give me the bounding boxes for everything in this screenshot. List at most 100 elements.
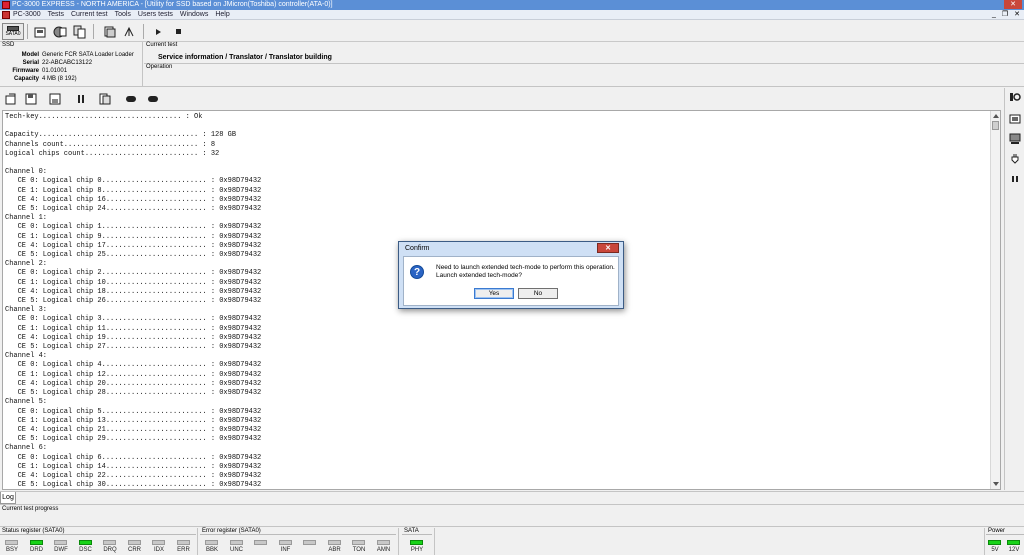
led-indicator xyxy=(152,540,165,545)
menu-bar: PC-3000 Tests Current test Tools Users t… xyxy=(0,10,1024,20)
device-button[interactable] xyxy=(1008,112,1022,126)
ssd-model-row: Model Generic FCR SATA Loader Loader xyxy=(0,51,134,59)
test-stack-icon xyxy=(53,26,67,37)
power-button[interactable] xyxy=(1008,152,1022,166)
log-line: CE 0: Logical chip 3....................… xyxy=(5,315,262,324)
save-icon xyxy=(25,93,37,105)
ssd-firmware-row: Firmware 01.01001 xyxy=(0,67,67,75)
ssd-serial-row: Serial 22-ABCABC13122 xyxy=(0,59,92,67)
analyze-button[interactable] xyxy=(122,23,136,40)
group-border xyxy=(200,534,396,535)
scroll-up-arrow[interactable] xyxy=(993,114,999,118)
led-indicator xyxy=(303,540,316,545)
log-line: CE 0: Logical chip 4....................… xyxy=(5,361,262,370)
reset-button[interactable] xyxy=(1008,132,1022,146)
reset-counter-button[interactable] xyxy=(1008,90,1022,104)
utility-button[interactable] xyxy=(32,23,48,40)
toolbar-separator xyxy=(27,24,28,39)
find-button[interactable] xyxy=(124,92,138,106)
pause-side-button[interactable] xyxy=(1008,172,1022,186)
current-test-panel: Current test Service information / Trans… xyxy=(144,42,1024,87)
ssd-capacity-row: Capacity 4 MB (8 192) xyxy=(0,75,77,83)
restore-button[interactable]: ❐ xyxy=(1002,10,1008,20)
stop-icon xyxy=(175,29,181,34)
title-bar: PC-3000 EXPRESS - NORTH AMERICA - [Utili… xyxy=(0,0,1024,10)
copy-button[interactable] xyxy=(72,23,88,40)
log-line: CE 5: Logical chip 27...................… xyxy=(5,343,262,352)
scroll-thumb[interactable] xyxy=(992,121,999,130)
export-log-button[interactable] xyxy=(48,92,62,106)
open-log-button[interactable] xyxy=(4,92,18,106)
no-button[interactable]: No xyxy=(518,288,558,299)
run-button[interactable] xyxy=(152,23,164,40)
log-line: CE 5: Logical chip 29...................… xyxy=(5,435,262,444)
led-indicator xyxy=(127,540,141,545)
power-plug-icon xyxy=(1011,154,1019,164)
menu-tools[interactable]: Tools xyxy=(115,10,131,20)
dialog-close-button[interactable]: ✕ xyxy=(597,243,619,253)
log-line: CE 4: Logical chip 16...................… xyxy=(5,195,262,204)
clipboard-button[interactable] xyxy=(98,92,112,106)
binoculars-next-icon xyxy=(148,96,158,102)
open-icon xyxy=(5,93,16,105)
menu-users-tests[interactable]: Users tests xyxy=(138,10,173,20)
minimize-button[interactable]: _ xyxy=(992,10,996,20)
menu-current-test[interactable]: Current test xyxy=(71,10,108,20)
document-icon[interactable] xyxy=(2,11,10,19)
window-close-button[interactable]: ✕ xyxy=(1004,0,1022,9)
log-line: CE 4: Logical chip 19...................… xyxy=(5,333,262,342)
led-label: DWF xyxy=(54,547,68,553)
led-label: ERR xyxy=(177,547,190,553)
led-indicator xyxy=(5,540,18,545)
stop-button[interactable] xyxy=(172,23,184,40)
log-scrollbar[interactable] xyxy=(990,111,1000,489)
led-label: TON xyxy=(352,547,366,553)
log-line: Channel 0: xyxy=(5,168,48,177)
sata-port-label: SATA0 xyxy=(5,31,21,37)
menu-windows[interactable]: Windows xyxy=(180,10,208,20)
log-line: Tech-key................................… xyxy=(5,113,203,121)
clipboard-icon xyxy=(99,93,111,105)
tab-row: Log xyxy=(0,491,1024,504)
current-test-value: Service information / Translator / Trans… xyxy=(158,54,332,61)
led-label: BBK xyxy=(205,547,218,553)
sata-port-button[interactable]: SATA0 xyxy=(2,23,24,40)
menu-pc3000[interactable]: PC-3000 xyxy=(13,10,41,20)
log-line: CE 0: Logical chip 1....................… xyxy=(5,223,262,232)
dialog-body: ? Need to launch extended tech-mode to p… xyxy=(403,256,619,306)
dialog-message: Need to launch extended tech-mode to per… xyxy=(436,264,616,280)
menu-tests[interactable]: Tests xyxy=(48,10,64,20)
log-line: Channel 5: xyxy=(5,398,48,407)
device-icon xyxy=(1009,114,1021,124)
led-indicator xyxy=(205,540,218,545)
group-border xyxy=(986,534,1024,535)
tab-log[interactable]: Log xyxy=(0,492,16,504)
log-line: CE 0: Logical chip 5....................… xyxy=(5,407,262,416)
pause-icon xyxy=(78,95,84,103)
sata-group: SATA PHY xyxy=(402,528,432,555)
app-icon xyxy=(2,1,10,9)
led-indicator xyxy=(278,540,292,545)
log-line: CE 4: Logical chip 21...................… xyxy=(5,425,262,434)
led-indicator xyxy=(103,540,116,545)
ssd-firmware-value: 01.01001 xyxy=(42,68,68,74)
group-separator xyxy=(197,528,198,555)
script-button[interactable] xyxy=(103,23,117,40)
led-indicator xyxy=(352,540,365,545)
log-line: CE 1: Logical chip 8....................… xyxy=(5,186,262,195)
log-line: Channel 1: xyxy=(5,214,48,223)
test-button[interactable] xyxy=(52,23,68,40)
pause-button[interactable] xyxy=(74,92,88,106)
close-child-button[interactable]: ✕ xyxy=(1014,10,1020,20)
log-line: CE 5: Logical chip 24...................… xyxy=(5,205,262,214)
confirm-dialog: Confirm ✕ ? Need to launch extended tech… xyxy=(398,241,624,309)
question-icon: ? xyxy=(410,265,424,279)
yes-button[interactable]: Yes xyxy=(474,288,514,299)
menu-help[interactable]: Help xyxy=(215,10,229,20)
log-line: Channel 4: xyxy=(5,352,48,361)
save-log-button[interactable] xyxy=(24,92,38,106)
find-next-button[interactable] xyxy=(146,92,160,106)
scroll-down-arrow[interactable] xyxy=(993,482,999,486)
log-line: CE 0: Logical chip 6....................… xyxy=(5,453,262,462)
